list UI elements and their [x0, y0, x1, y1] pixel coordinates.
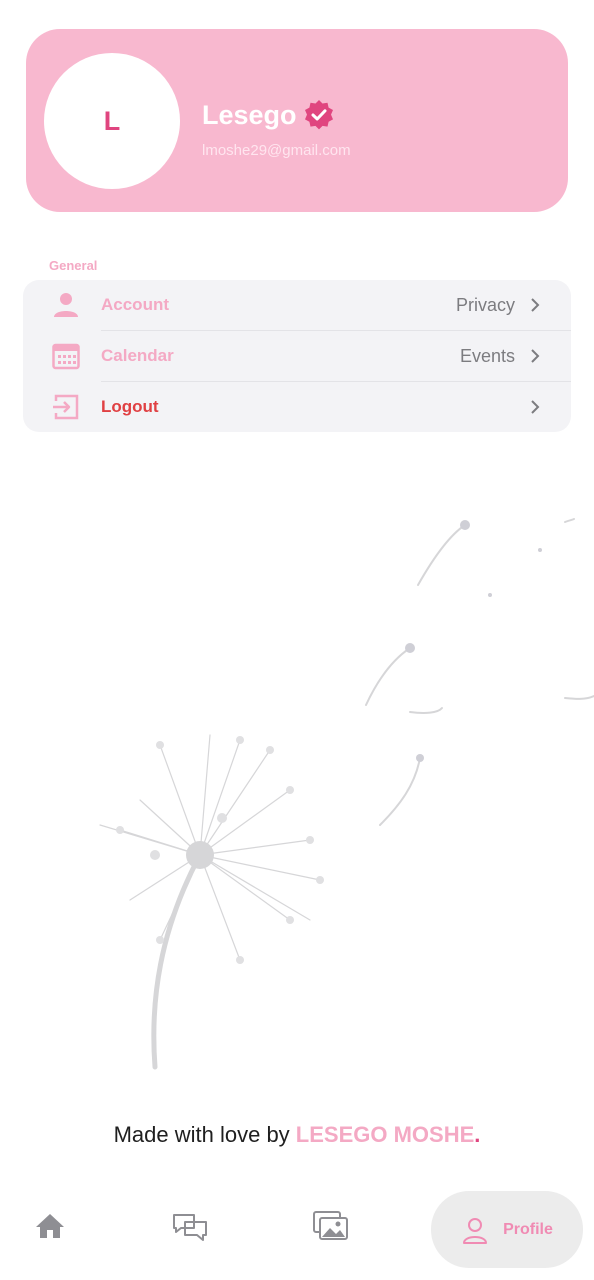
person-icon — [54, 293, 78, 317]
chevron-right-icon — [531, 298, 540, 312]
settings-item-value: Privacy — [455, 295, 515, 315]
settings-item-calendar[interactable]: Calendar Events — [23, 331, 571, 381]
avatar[interactable]: L — [44, 53, 180, 189]
verified-badge-icon — [304, 100, 333, 130]
footer-credit: Made with love by LESEGO MOSHE. — [0, 1122, 594, 1148]
settings-item-label: Calendar — [101, 346, 174, 365]
settings-list: Account Privacy Calendar Events Logout — [23, 280, 571, 432]
settings-item-label: Account — [101, 295, 169, 314]
section-title-general: General — [49, 258, 98, 273]
nav-chat[interactable] — [172, 1210, 212, 1250]
nav-profile[interactable]: Profile — [431, 1191, 583, 1268]
chevron-right-icon — [531, 400, 540, 414]
settings-item-logout[interactable]: Logout — [23, 382, 571, 432]
settings-item-account[interactable]: Account Privacy — [23, 280, 571, 330]
profile-card: L Lesego lmoshe29@gmail.com — [26, 29, 568, 212]
user-name-row: Lesego — [202, 99, 335, 131]
user-name: Lesego — [202, 99, 297, 130]
home-icon — [36, 1214, 64, 1238]
nav-home[interactable] — [34, 1210, 74, 1250]
nav-profile-label: Profile — [503, 1220, 553, 1238]
avatar-initial: L — [103, 105, 121, 136]
credit-suffix: . — [474, 1122, 481, 1147]
logout-icon — [53, 394, 79, 420]
credit-author: LESEGO MOSHE — [295, 1122, 475, 1147]
credit-prefix: Made with love by — [113, 1122, 296, 1147]
dandelion-illustration — [99, 518, 594, 1070]
profile-icon — [463, 1217, 488, 1244]
settings-item-value: Events — [459, 346, 515, 366]
chevron-right-icon — [531, 349, 540, 363]
calendar-icon — [52, 343, 80, 370]
gallery-icon — [313, 1211, 348, 1240]
nav-gallery[interactable] — [313, 1210, 353, 1250]
settings-item-label: Logout — [101, 397, 159, 416]
chat-icon — [173, 1214, 207, 1241]
user-email: lmoshe29@gmail.com — [202, 142, 351, 159]
